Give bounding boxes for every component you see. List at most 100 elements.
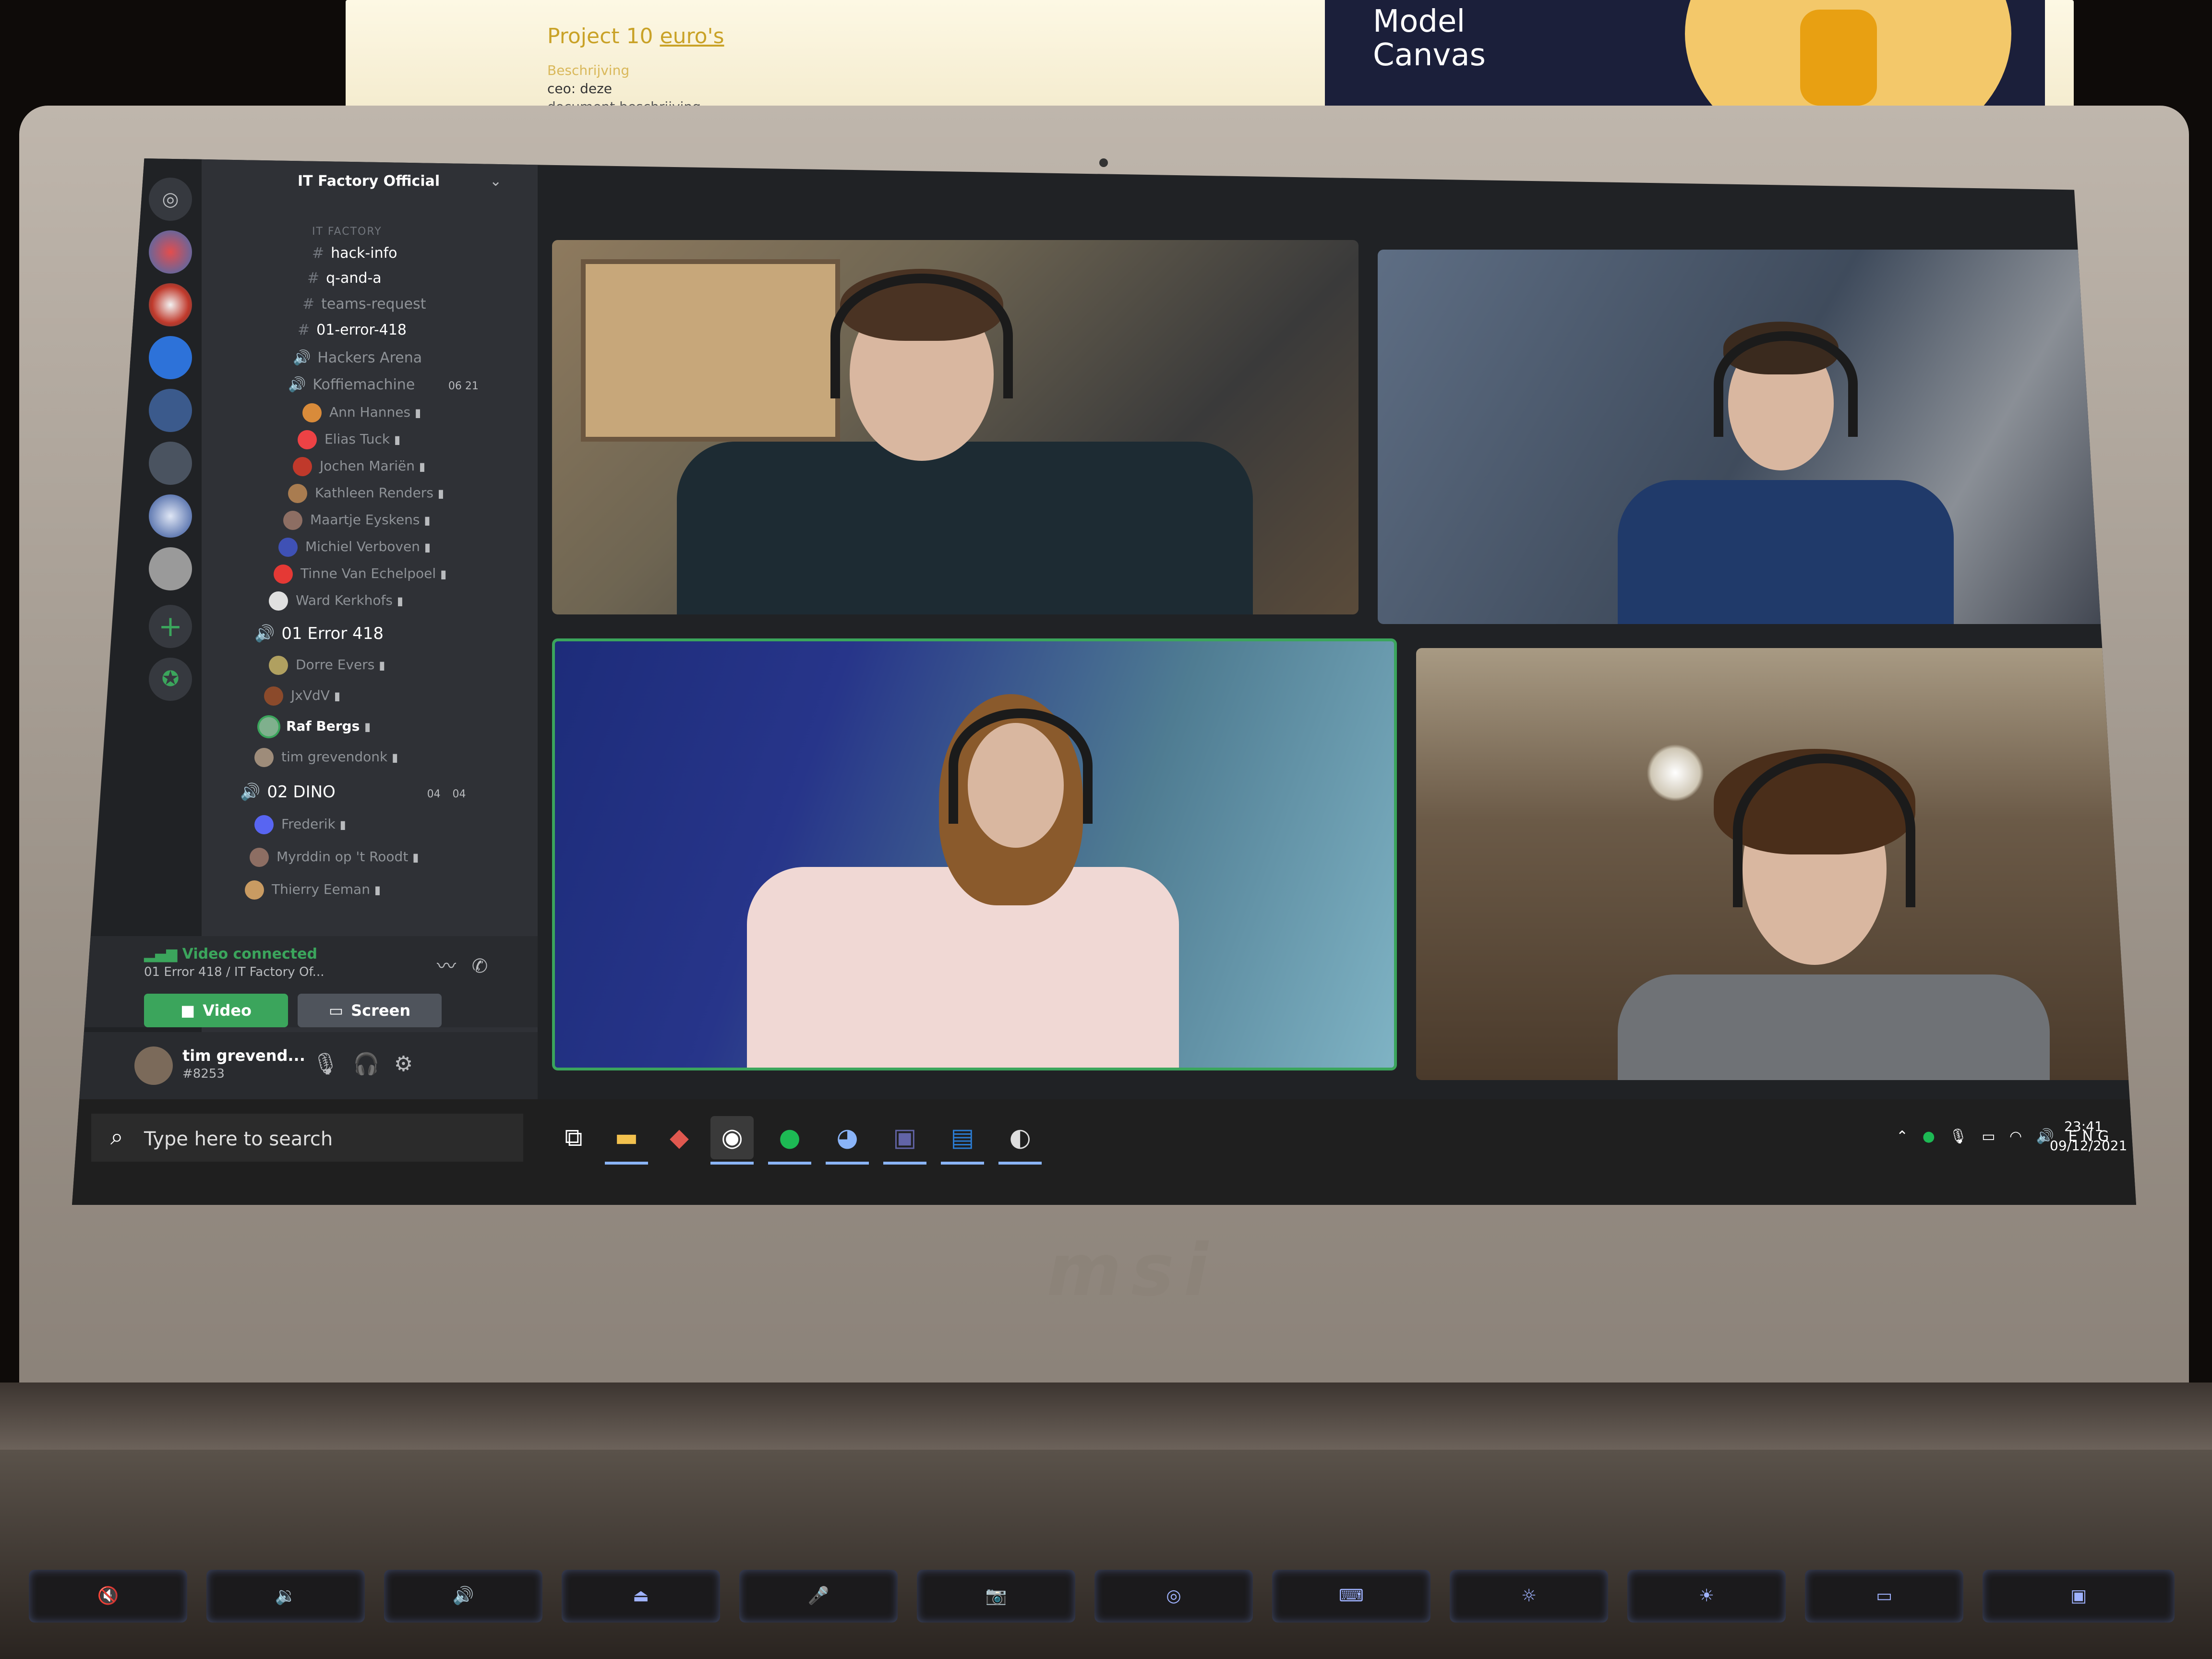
- screen-share-button[interactable]: ▭ Screen: [298, 994, 442, 1027]
- task-view-icon[interactable]: ⧉: [552, 1116, 595, 1159]
- avatar: [254, 748, 274, 767]
- voice-member[interactable]: Elias Tuck ▮: [298, 430, 400, 449]
- video-tile[interactable]: [1416, 648, 2136, 1080]
- voice-member[interactable]: Maartje Eyskens ▮: [283, 511, 431, 530]
- add-server-icon[interactable]: +: [149, 605, 192, 648]
- server-icon[interactable]: [149, 442, 192, 485]
- speaker-icon: 🔊: [293, 349, 311, 366]
- voice-channel-count: 06 21: [448, 380, 479, 392]
- connection-status: ▂▄▆ Video connected: [144, 946, 317, 962]
- voice-member[interactable]: Ward Kerkhofs ▮: [269, 591, 403, 611]
- avatar[interactable]: [134, 1046, 173, 1085]
- server-icon[interactable]: [149, 283, 192, 326]
- avatar: [302, 403, 322, 422]
- teams-icon[interactable]: ▣: [883, 1116, 926, 1159]
- slide-title: Model Canvas: [1373, 4, 1486, 73]
- keyboard-key: 🔉: [206, 1570, 365, 1623]
- doc-subtitle: Beschrijving: [547, 62, 630, 78]
- disconnect-icon[interactable]: ✆: [472, 955, 488, 977]
- text-channel[interactable]: #01-error-418: [298, 322, 407, 338]
- voice-member[interactable]: Kathleen Renders ▮: [288, 484, 444, 503]
- voice-channel[interactable]: 🔊 Hackers Arena: [293, 349, 422, 366]
- avatar: [245, 880, 264, 900]
- taskbar-active-indicator: [826, 1162, 869, 1165]
- voice-member[interactable]: Jochen Mariën ▮: [293, 457, 425, 476]
- text-channel[interactable]: # q-and-a: [307, 270, 382, 287]
- paint-icon[interactable]: ◐: [998, 1116, 1042, 1159]
- camera-icon: ▮: [397, 594, 404, 608]
- file-explorer-icon[interactable]: ▬: [605, 1116, 648, 1159]
- discord-home-icon[interactable]: ◎: [149, 178, 192, 221]
- taskbar-active-indicator: [768, 1162, 811, 1165]
- voice-member[interactable]: JxVdV ▮: [264, 686, 340, 706]
- camera-icon: ▮: [437, 487, 445, 500]
- avatar: [259, 717, 278, 736]
- server-icon[interactable]: [149, 547, 192, 590]
- clock-date[interactable]: 09/12/2021: [2050, 1138, 2127, 1154]
- server-icon[interactable]: [149, 389, 192, 432]
- text-channel[interactable]: # hack-info: [312, 245, 397, 262]
- camera-icon: ▮: [394, 433, 401, 446]
- keyboard-key: 🔊: [384, 1570, 542, 1623]
- video-tile-speaking[interactable]: [552, 638, 1397, 1070]
- chevron-down-icon[interactable]: ⌄: [490, 173, 502, 190]
- server-icon[interactable]: [149, 230, 192, 274]
- connection-channel[interactable]: 01 Error 418 / IT Factory Of...: [144, 965, 324, 979]
- voice-member-speaking[interactable]: Raf Bergs ▮: [259, 717, 371, 736]
- microphone-icon[interactable]: 🎙: [312, 1052, 353, 1076]
- camera-icon: ▮: [364, 720, 371, 733]
- server-icon[interactable]: [149, 336, 192, 379]
- webcam: [1099, 158, 1108, 167]
- taskbar-active-indicator: [883, 1162, 926, 1165]
- gear-icon[interactable]: ⚙: [394, 1052, 427, 1076]
- keyboard-key: 🔇: [29, 1570, 187, 1623]
- taskbar-active-indicator: [998, 1162, 1042, 1165]
- headset-image: [830, 274, 1013, 398]
- server-icon[interactable]: [149, 494, 192, 538]
- video-button[interactable]: ■ Video: [144, 994, 288, 1027]
- hash-icon: #: [312, 245, 325, 262]
- wall-map-image: [581, 259, 840, 442]
- voice-member[interactable]: Frederik ▮: [254, 815, 346, 834]
- camera-icon: ■: [180, 1001, 195, 1020]
- voice-channel-active[interactable]: 🔊 01 Error 418: [254, 624, 384, 643]
- voice-member[interactable]: Ann Hannes ▮: [302, 403, 421, 422]
- voice-channel[interactable]: 🔊 Koffiemachine 06 21: [288, 376, 479, 393]
- jetbrains-icon[interactable]: ◆: [658, 1116, 701, 1159]
- voice-member[interactable]: Myrddin op 't Roodt ▮: [250, 848, 419, 867]
- wifi-icon[interactable]: ◠: [2009, 1128, 2027, 1145]
- headset-image: [1714, 331, 1858, 437]
- explore-servers-icon[interactable]: ✪: [149, 658, 192, 701]
- voice-channel[interactable]: 🔊 02 DINO 04 04: [240, 782, 466, 802]
- discord-icon[interactable]: ◕: [826, 1116, 869, 1159]
- voice-member[interactable]: Dorre Evers ▮: [269, 656, 385, 675]
- clock-time[interactable]: 23:41: [2064, 1118, 2103, 1134]
- search-input[interactable]: Type here to search: [144, 1128, 333, 1150]
- noise-suppression-icon[interactable]: 〰: [437, 955, 456, 977]
- chrome-icon[interactable]: ◉: [710, 1116, 754, 1159]
- chevron-up-icon[interactable]: ⌃: [1896, 1128, 1913, 1145]
- microphone-icon[interactable]: 🎙: [1949, 1128, 1972, 1145]
- camera-icon: ▮: [414, 406, 421, 420]
- spotify-tray-icon[interactable]: ●: [1923, 1128, 1940, 1145]
- spotify-icon[interactable]: ●: [768, 1116, 811, 1159]
- video-tile[interactable]: [1378, 250, 2127, 624]
- voice-member[interactable]: Thierry Eeman ▮: [245, 880, 381, 900]
- search-icon[interactable]: ⌕: [110, 1123, 123, 1151]
- taskbar-active-indicator: [941, 1162, 984, 1165]
- video-tile[interactable]: [552, 240, 1358, 614]
- doc-line: ceo: deze: [547, 81, 613, 96]
- avatar: [283, 511, 302, 530]
- voice-member[interactable]: Michiel Verboven ▮: [278, 538, 431, 557]
- word-icon[interactable]: ▤: [941, 1116, 984, 1159]
- category-label[interactable]: IT FACTORY: [312, 226, 382, 238]
- avatar: [269, 591, 288, 611]
- headphones-icon[interactable]: 🎧: [353, 1052, 394, 1076]
- voice-member[interactable]: Tinne Van Echelpoel ▮: [274, 565, 446, 584]
- hash-icon: #: [302, 296, 315, 313]
- taskbar-active-indicator: [605, 1162, 648, 1165]
- voice-member[interactable]: tim grevendonk ▮: [254, 748, 398, 767]
- text-channel[interactable]: # teams-request: [302, 296, 426, 313]
- server-name[interactable]: IT Factory Official: [298, 173, 440, 190]
- battery-icon[interactable]: ▭: [1982, 1128, 2000, 1145]
